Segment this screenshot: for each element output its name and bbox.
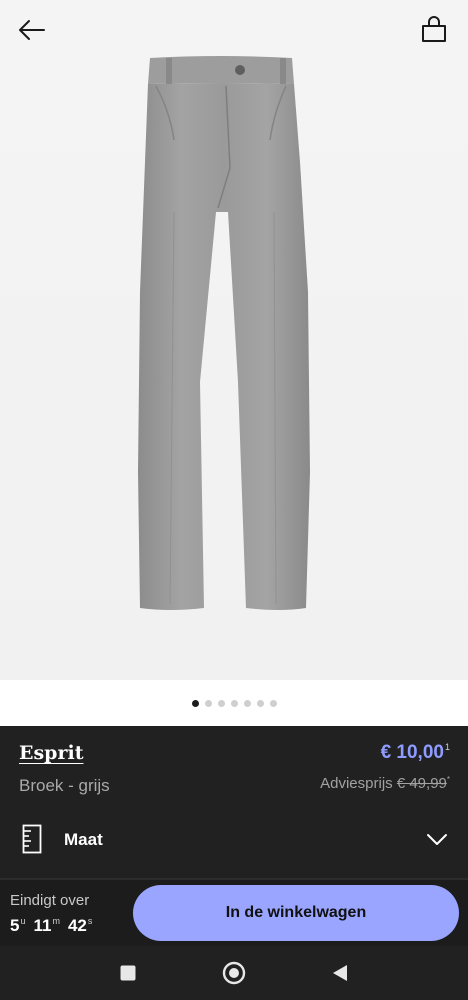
size-label: Maat <box>64 830 103 849</box>
countdown-minutes-unit: m <box>52 916 60 926</box>
arrow-left-icon <box>19 20 45 40</box>
advice-footnote: * <box>446 775 450 784</box>
chevron-down-icon <box>427 834 447 845</box>
pagination-dot[interactable] <box>217 699 225 707</box>
recent-apps-button[interactable] <box>111 956 145 990</box>
countdown-seconds: 42 <box>67 916 87 935</box>
square-icon <box>120 965 136 981</box>
back-button[interactable] <box>12 12 52 48</box>
product-name: Broek - grijs <box>19 776 110 795</box>
image-pagination <box>0 680 468 726</box>
pagination-dot[interactable] <box>243 699 251 707</box>
size-selector[interactable]: Maat <box>0 816 468 864</box>
ruler-icon <box>22 824 42 854</box>
purchase-bar: Eindigt over 5u 11m 42s In de winkelwagen <box>0 878 468 946</box>
pagination-dot[interactable] <box>256 699 264 707</box>
circle-home-icon <box>222 961 246 985</box>
countdown-hours: 5 <box>10 916 20 935</box>
shopping-bag-icon <box>422 16 446 42</box>
price-footnote: 1 <box>444 742 450 752</box>
product-photo <box>138 56 310 610</box>
product-image-area[interactable] <box>0 0 468 680</box>
countdown-timer: 5u 11m 42s <box>10 916 100 936</box>
product-info-panel: Esprit Broek - grijs € 10,001 Adviesprij… <box>0 726 468 878</box>
countdown-hours-unit: u <box>20 916 26 926</box>
shopping-bag-button[interactable] <box>414 10 454 48</box>
advice-price-value: € 49,99 <box>396 775 447 792</box>
brand-link[interactable]: Esprit <box>19 742 83 764</box>
pagination-dot[interactable] <box>230 699 238 707</box>
countdown-minutes: 11 <box>33 916 52 935</box>
sale-ends-label: Eindigt over <box>10 892 90 909</box>
home-button[interactable] <box>217 956 251 990</box>
add-to-cart-button[interactable]: In de winkelwagen <box>133 885 459 941</box>
top-bar <box>0 0 468 60</box>
countdown-seconds-unit: s <box>87 916 93 926</box>
pagination-dot[interactable] <box>204 699 212 707</box>
advice-price: Adviesprijs € 49,99* <box>320 775 450 792</box>
system-navigation-bar <box>0 946 468 1000</box>
price: € 10,001 <box>381 742 450 764</box>
system-back-button[interactable] <box>323 956 357 990</box>
price-value: € 10,00 <box>380 742 444 763</box>
triangle-back-icon <box>333 965 347 981</box>
advice-label: Adviesprijs <box>320 775 393 792</box>
pagination-dot[interactable] <box>191 699 199 707</box>
pagination-dot[interactable] <box>269 699 277 707</box>
